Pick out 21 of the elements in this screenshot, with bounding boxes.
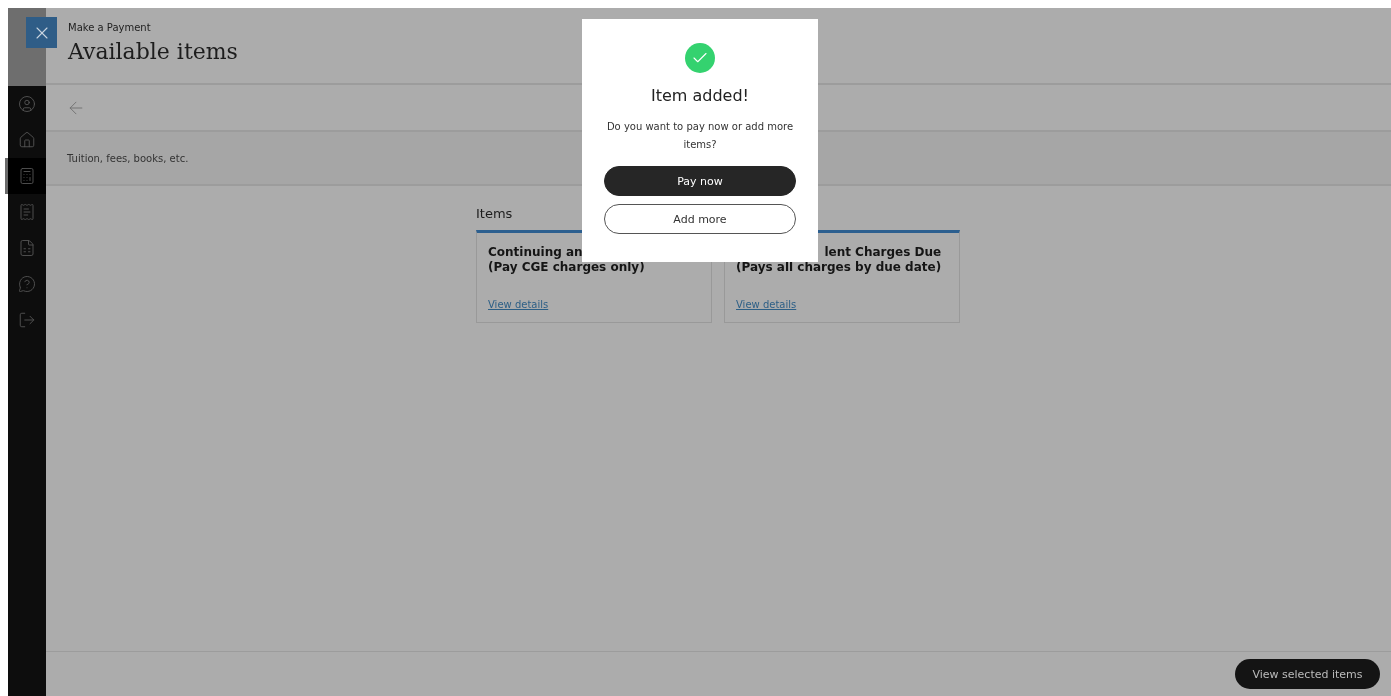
spreadsheet-icon bbox=[18, 239, 36, 257]
close-button[interactable] bbox=[26, 17, 57, 48]
dialog-message: Do you want to pay now or add more items? bbox=[605, 120, 795, 152]
section-title: Items bbox=[476, 206, 513, 221]
success-check-icon bbox=[685, 43, 715, 73]
user-icon bbox=[18, 95, 36, 113]
pay-now-button[interactable]: Pay now bbox=[604, 166, 796, 196]
view-selected-button[interactable]: View selected items bbox=[1235, 659, 1380, 689]
help-icon bbox=[18, 275, 36, 293]
dialog-title: Item added! bbox=[650, 86, 749, 105]
add-more-button[interactable]: Add more bbox=[604, 204, 796, 234]
calculator-icon bbox=[18, 167, 36, 185]
breadcrumb: Make a Payment bbox=[68, 22, 152, 33]
category-label: Tuition, fees, books, etc. bbox=[67, 152, 189, 164]
card-title: lent Charges Due bbox=[824, 245, 942, 260]
receipt-icon bbox=[18, 203, 36, 221]
card-title: (Pay CGE charges only) bbox=[488, 260, 645, 275]
home-icon bbox=[18, 131, 36, 149]
logout-icon bbox=[18, 311, 36, 329]
card-title: Continuing an bbox=[488, 245, 583, 260]
page-title: Available items bbox=[68, 39, 238, 64]
